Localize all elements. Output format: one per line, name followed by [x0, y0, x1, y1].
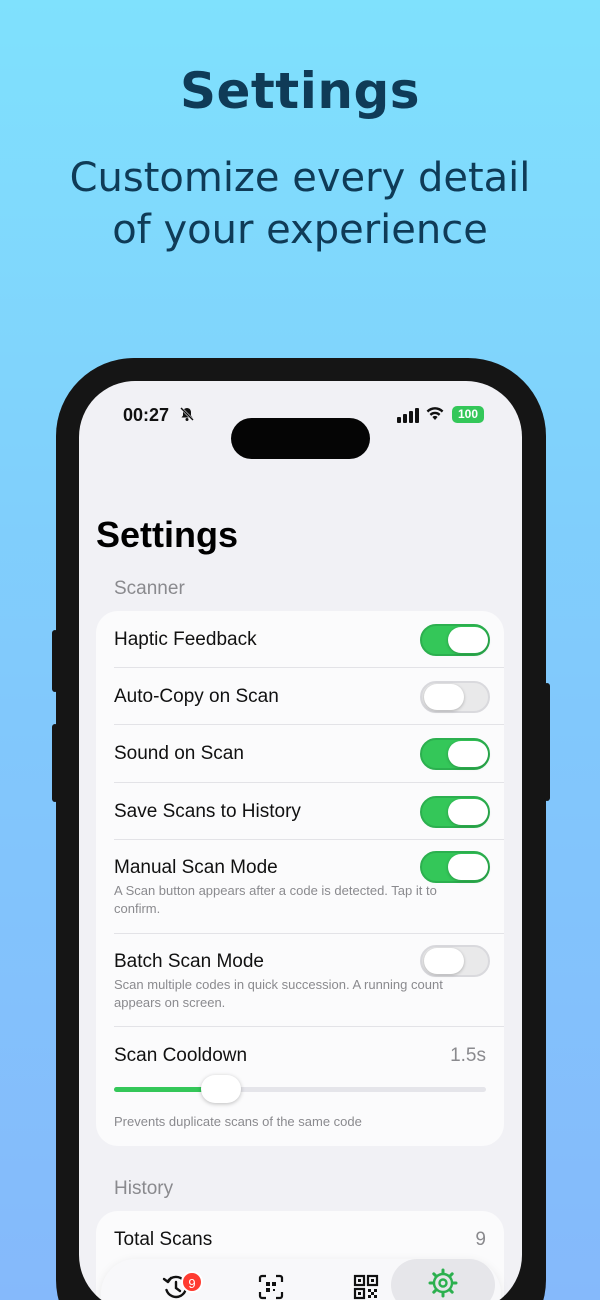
promo-subtitle-line-1: Customize every detail [69, 155, 531, 201]
toggle-knob [424, 948, 464, 974]
toggle-knob [424, 684, 464, 710]
scan-cooldown-label: Scan Cooldown [114, 1045, 248, 1066]
setting-row-manual-scan-mode: Manual Scan Mode A Scan button appears a… [114, 851, 490, 919]
manual-scan-mode-toggle[interactable] [420, 851, 490, 883]
tab-history[interactable]: 9 [151, 1269, 203, 1300]
setting-label: Sound on Scan [114, 743, 244, 764]
scan-cooldown-slider[interactable] [114, 1075, 486, 1103]
auto-copy-toggle[interactable] [420, 681, 490, 713]
volume-down-button [52, 724, 58, 802]
page-title: Settings [96, 514, 239, 555]
divider [114, 724, 504, 725]
section-header-scanner: Scanner [114, 578, 185, 599]
setting-label: Haptic Feedback [114, 629, 257, 650]
tab-settings[interactable] [391, 1259, 495, 1300]
promo-subtitle-line-2: of your experience [112, 207, 488, 253]
scan-qr-icon [257, 1273, 285, 1300]
battery-icon: 100 [452, 406, 484, 423]
total-scans-value: 9 [475, 1229, 486, 1250]
setting-label: Save Scans to History [114, 801, 301, 822]
gear-icon [428, 1268, 458, 1300]
setting-row-save-to-history: Save Scans to History [114, 796, 490, 837]
divider [114, 933, 504, 934]
setting-label: Manual Scan Mode [114, 857, 278, 878]
setting-row-sound-on-scan: Sound on Scan [114, 738, 490, 779]
setting-row-auto-copy: Auto-Copy on Scan [114, 681, 490, 722]
haptic-feedback-toggle[interactable] [420, 624, 490, 656]
setting-label: Batch Scan Mode [114, 951, 264, 972]
phone-screen: 00:27 100 Settings Scanner Haptic Feedba… [79, 381, 522, 1300]
scan-cooldown-description: Prevents duplicate scans of the same cod… [114, 1114, 362, 1129]
setting-description: A Scan button appears after a code is de… [114, 883, 437, 916]
divider [114, 782, 504, 783]
setting-row-batch-scan-mode: Batch Scan Mode Scan multiple codes in q… [114, 945, 490, 1013]
status-bar: 00:27 100 [79, 405, 522, 459]
slider-fill [114, 1087, 207, 1092]
status-time: 00:27 [123, 405, 170, 425]
promo-subtitle: Customize every detail of your experienc… [40, 152, 560, 256]
history-badge: 9 [181, 1271, 203, 1293]
toggle-knob [448, 741, 488, 767]
setting-description: Scan multiple codes in quick succession.… [114, 977, 443, 1010]
qr-code-icon [353, 1274, 379, 1300]
tab-bar: 9 [101, 1259, 501, 1300]
divider [114, 667, 504, 668]
promo-title: Settings [179, 62, 420, 120]
slider-thumb[interactable] [201, 1075, 241, 1103]
scanner-settings-card: Haptic Feedback Auto-Copy on Scan Sound … [96, 611, 504, 1146]
scan-cooldown-value: 1.5s [450, 1045, 486, 1066]
sound-on-scan-toggle[interactable] [420, 738, 490, 770]
total-scans-label: Total Scans [114, 1229, 213, 1250]
divider [114, 1026, 504, 1027]
toggle-knob [448, 627, 488, 653]
divider [114, 839, 504, 840]
wifi-icon [425, 405, 445, 426]
setting-row-haptic-feedback: Haptic Feedback [114, 624, 490, 665]
bell-slash-icon [179, 406, 195, 426]
setting-label: Auto-Copy on Scan [114, 686, 279, 707]
cellular-signal-icon [397, 407, 419, 423]
dynamic-island [231, 418, 370, 459]
volume-up-button [52, 630, 58, 692]
toggle-knob [448, 854, 488, 880]
tab-generate[interactable] [341, 1269, 391, 1300]
save-to-history-toggle[interactable] [420, 796, 490, 828]
tab-scan[interactable] [246, 1269, 296, 1300]
section-header-history: History [114, 1178, 174, 1199]
power-button [544, 683, 550, 801]
toggle-knob [448, 799, 488, 825]
batch-scan-mode-toggle[interactable] [420, 945, 490, 977]
